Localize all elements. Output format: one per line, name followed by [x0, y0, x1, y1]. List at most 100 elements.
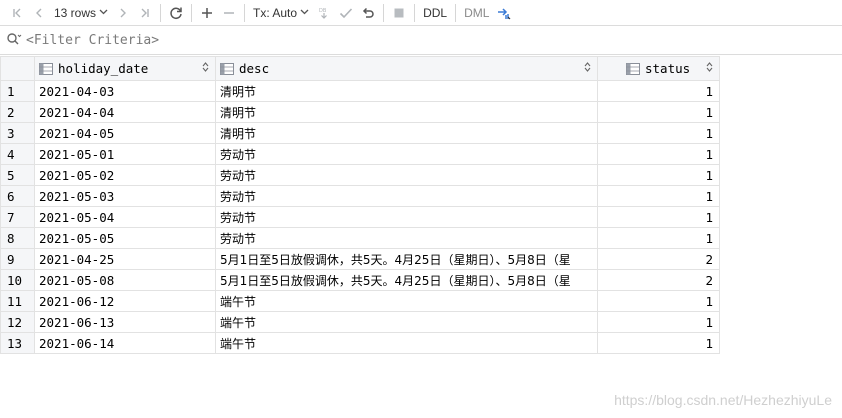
row-number[interactable]: 1 [0, 80, 35, 102]
row-number[interactable]: 8 [0, 227, 35, 249]
cell-status[interactable]: 1 [597, 206, 720, 228]
row-number[interactable]: 10 [0, 269, 35, 291]
table-row[interactable]: 5 2021-05-02 劳动节 1 [0, 164, 720, 186]
table-row[interactable]: 2 2021-04-04 清明节 1 [0, 101, 720, 123]
last-page-icon[interactable] [134, 2, 156, 24]
sort-icon[interactable] [706, 62, 713, 75]
cell-holiday-date[interactable]: 2021-06-13 [34, 311, 216, 333]
toolbar-divider [414, 3, 416, 22]
toolbar-divider [383, 3, 385, 22]
filter-bar [0, 27, 842, 55]
cell-status[interactable]: 1 [597, 164, 720, 186]
cell-desc[interactable]: 清明节 [215, 80, 598, 102]
cell-holiday-date[interactable]: 2021-04-25 [34, 248, 216, 270]
transaction-mode-dropdown[interactable]: Tx: Auto [249, 6, 313, 20]
column-header-status[interactable]: status [597, 56, 720, 81]
search-filter-icon[interactable] [6, 31, 22, 50]
cell-holiday-date[interactable]: 2021-05-01 [34, 143, 216, 165]
cell-status[interactable]: 2 [597, 269, 720, 291]
row-number[interactable]: 12 [0, 311, 35, 333]
undo-icon[interactable] [357, 2, 379, 24]
cell-holiday-date[interactable]: 2021-04-03 [34, 80, 216, 102]
cell-desc[interactable]: 劳动节 [215, 185, 598, 207]
refresh-icon[interactable] [165, 2, 187, 24]
row-number[interactable]: 3 [0, 122, 35, 144]
delete-row-icon[interactable] [218, 2, 240, 24]
previous-page-icon[interactable] [28, 2, 50, 24]
rows-count-label: 13 rows [54, 5, 97, 20]
cell-holiday-date[interactable]: 2021-05-05 [34, 227, 216, 249]
watermark: https://blog.csdn.net/HezhezhiyuLe [614, 392, 832, 408]
cell-holiday-date[interactable]: 2021-05-02 [34, 164, 216, 186]
cell-status[interactable]: 2 [597, 248, 720, 270]
table-row[interactable]: 7 2021-05-04 劳动节 1 [0, 206, 720, 228]
table-row[interactable]: 9 2021-04-25 5月1日至5日放假调休，共5天。4月25日（星期日）、… [0, 248, 720, 270]
cell-holiday-date[interactable]: 2021-05-04 [34, 206, 216, 228]
cell-desc[interactable]: 劳动节 [215, 164, 598, 186]
transaction-mode-label: Tx: Auto [253, 5, 298, 20]
cell-status[interactable]: 1 [597, 122, 720, 144]
cell-desc[interactable]: 5月1日至5日放假调休，共5天。4月25日（星期日）、5月8日（星 [215, 248, 598, 270]
first-page-icon[interactable] [6, 2, 28, 24]
cell-holiday-date[interactable]: 2021-06-12 [34, 290, 216, 312]
cell-desc[interactable]: 劳动节 [215, 227, 598, 249]
column-header-holiday-date[interactable]: holiday_date [34, 56, 216, 81]
cell-desc[interactable]: 清明节 [215, 122, 598, 144]
ddl-button[interactable]: DDL [419, 2, 451, 24]
table-row[interactable]: 13 2021-06-14 端午节 1 [0, 332, 720, 354]
column-icon [220, 62, 234, 75]
column-icon [39, 62, 53, 75]
row-number[interactable]: 2 [0, 101, 35, 123]
table-row[interactable]: 8 2021-05-05 劳动节 1 [0, 227, 720, 249]
cell-status[interactable]: 1 [597, 290, 720, 312]
sort-icon[interactable] [584, 62, 591, 75]
row-number[interactable]: 4 [0, 143, 35, 165]
db-commit-icon[interactable]: DB [313, 2, 335, 24]
sort-icon[interactable] [202, 62, 209, 75]
cell-status[interactable]: 1 [597, 80, 720, 102]
cell-holiday-date[interactable]: 2021-04-05 [34, 122, 216, 144]
cell-desc[interactable]: 端午节 [215, 311, 598, 333]
add-row-icon[interactable] [196, 2, 218, 24]
table-row[interactable]: 6 2021-05-03 劳动节 1 [0, 185, 720, 207]
cell-status[interactable]: 1 [597, 227, 720, 249]
cell-holiday-date[interactable]: 2021-06-14 [34, 332, 216, 354]
stop-icon[interactable] [388, 2, 410, 24]
cell-status[interactable]: 1 [597, 101, 720, 123]
cell-desc[interactable]: 5月1日至5日放假调休，共5天。4月25日（星期日）、5月8日（星 [215, 269, 598, 291]
cell-status[interactable]: 1 [597, 332, 720, 354]
row-number[interactable]: 13 [0, 332, 35, 354]
row-number[interactable]: 9 [0, 248, 35, 270]
table-row[interactable]: 1 2021-04-03 清明节 1 [0, 80, 720, 102]
column-icon [626, 62, 640, 75]
cell-holiday-date[interactable]: 2021-05-03 [34, 185, 216, 207]
cell-desc[interactable]: 劳动节 [215, 206, 598, 228]
row-number[interactable]: 5 [0, 164, 35, 186]
column-header-desc[interactable]: desc [215, 56, 598, 81]
cell-status[interactable]: 1 [597, 311, 720, 333]
row-number[interactable]: 6 [0, 185, 35, 207]
table-row[interactable]: 12 2021-06-13 端午节 1 [0, 311, 720, 333]
compare-icon[interactable] [493, 2, 515, 24]
dml-button[interactable]: DML [460, 2, 493, 24]
table-row[interactable]: 3 2021-04-05 清明节 1 [0, 122, 720, 144]
row-number[interactable]: 7 [0, 206, 35, 228]
cell-desc[interactable]: 劳动节 [215, 143, 598, 165]
rows-count-dropdown[interactable]: 13 rows [50, 6, 112, 20]
chevron-down-icon [99, 8, 108, 18]
table-row[interactable]: 10 2021-05-08 5月1日至5日放假调休，共5天。4月25日（星期日）… [0, 269, 720, 291]
filter-criteria-input[interactable] [26, 33, 626, 48]
row-number[interactable]: 11 [0, 290, 35, 312]
check-icon[interactable] [335, 2, 357, 24]
toolbar-divider [191, 3, 193, 22]
cell-holiday-date[interactable]: 2021-05-08 [34, 269, 216, 291]
table-row[interactable]: 4 2021-05-01 劳动节 1 [0, 143, 720, 165]
cell-status[interactable]: 1 [597, 143, 720, 165]
cell-desc[interactable]: 清明节 [215, 101, 598, 123]
cell-desc[interactable]: 端午节 [215, 332, 598, 354]
next-page-icon[interactable] [112, 2, 134, 24]
cell-holiday-date[interactable]: 2021-04-04 [34, 101, 216, 123]
cell-status[interactable]: 1 [597, 185, 720, 207]
cell-desc[interactable]: 端午节 [215, 290, 598, 312]
table-row[interactable]: 11 2021-06-12 端午节 1 [0, 290, 720, 312]
